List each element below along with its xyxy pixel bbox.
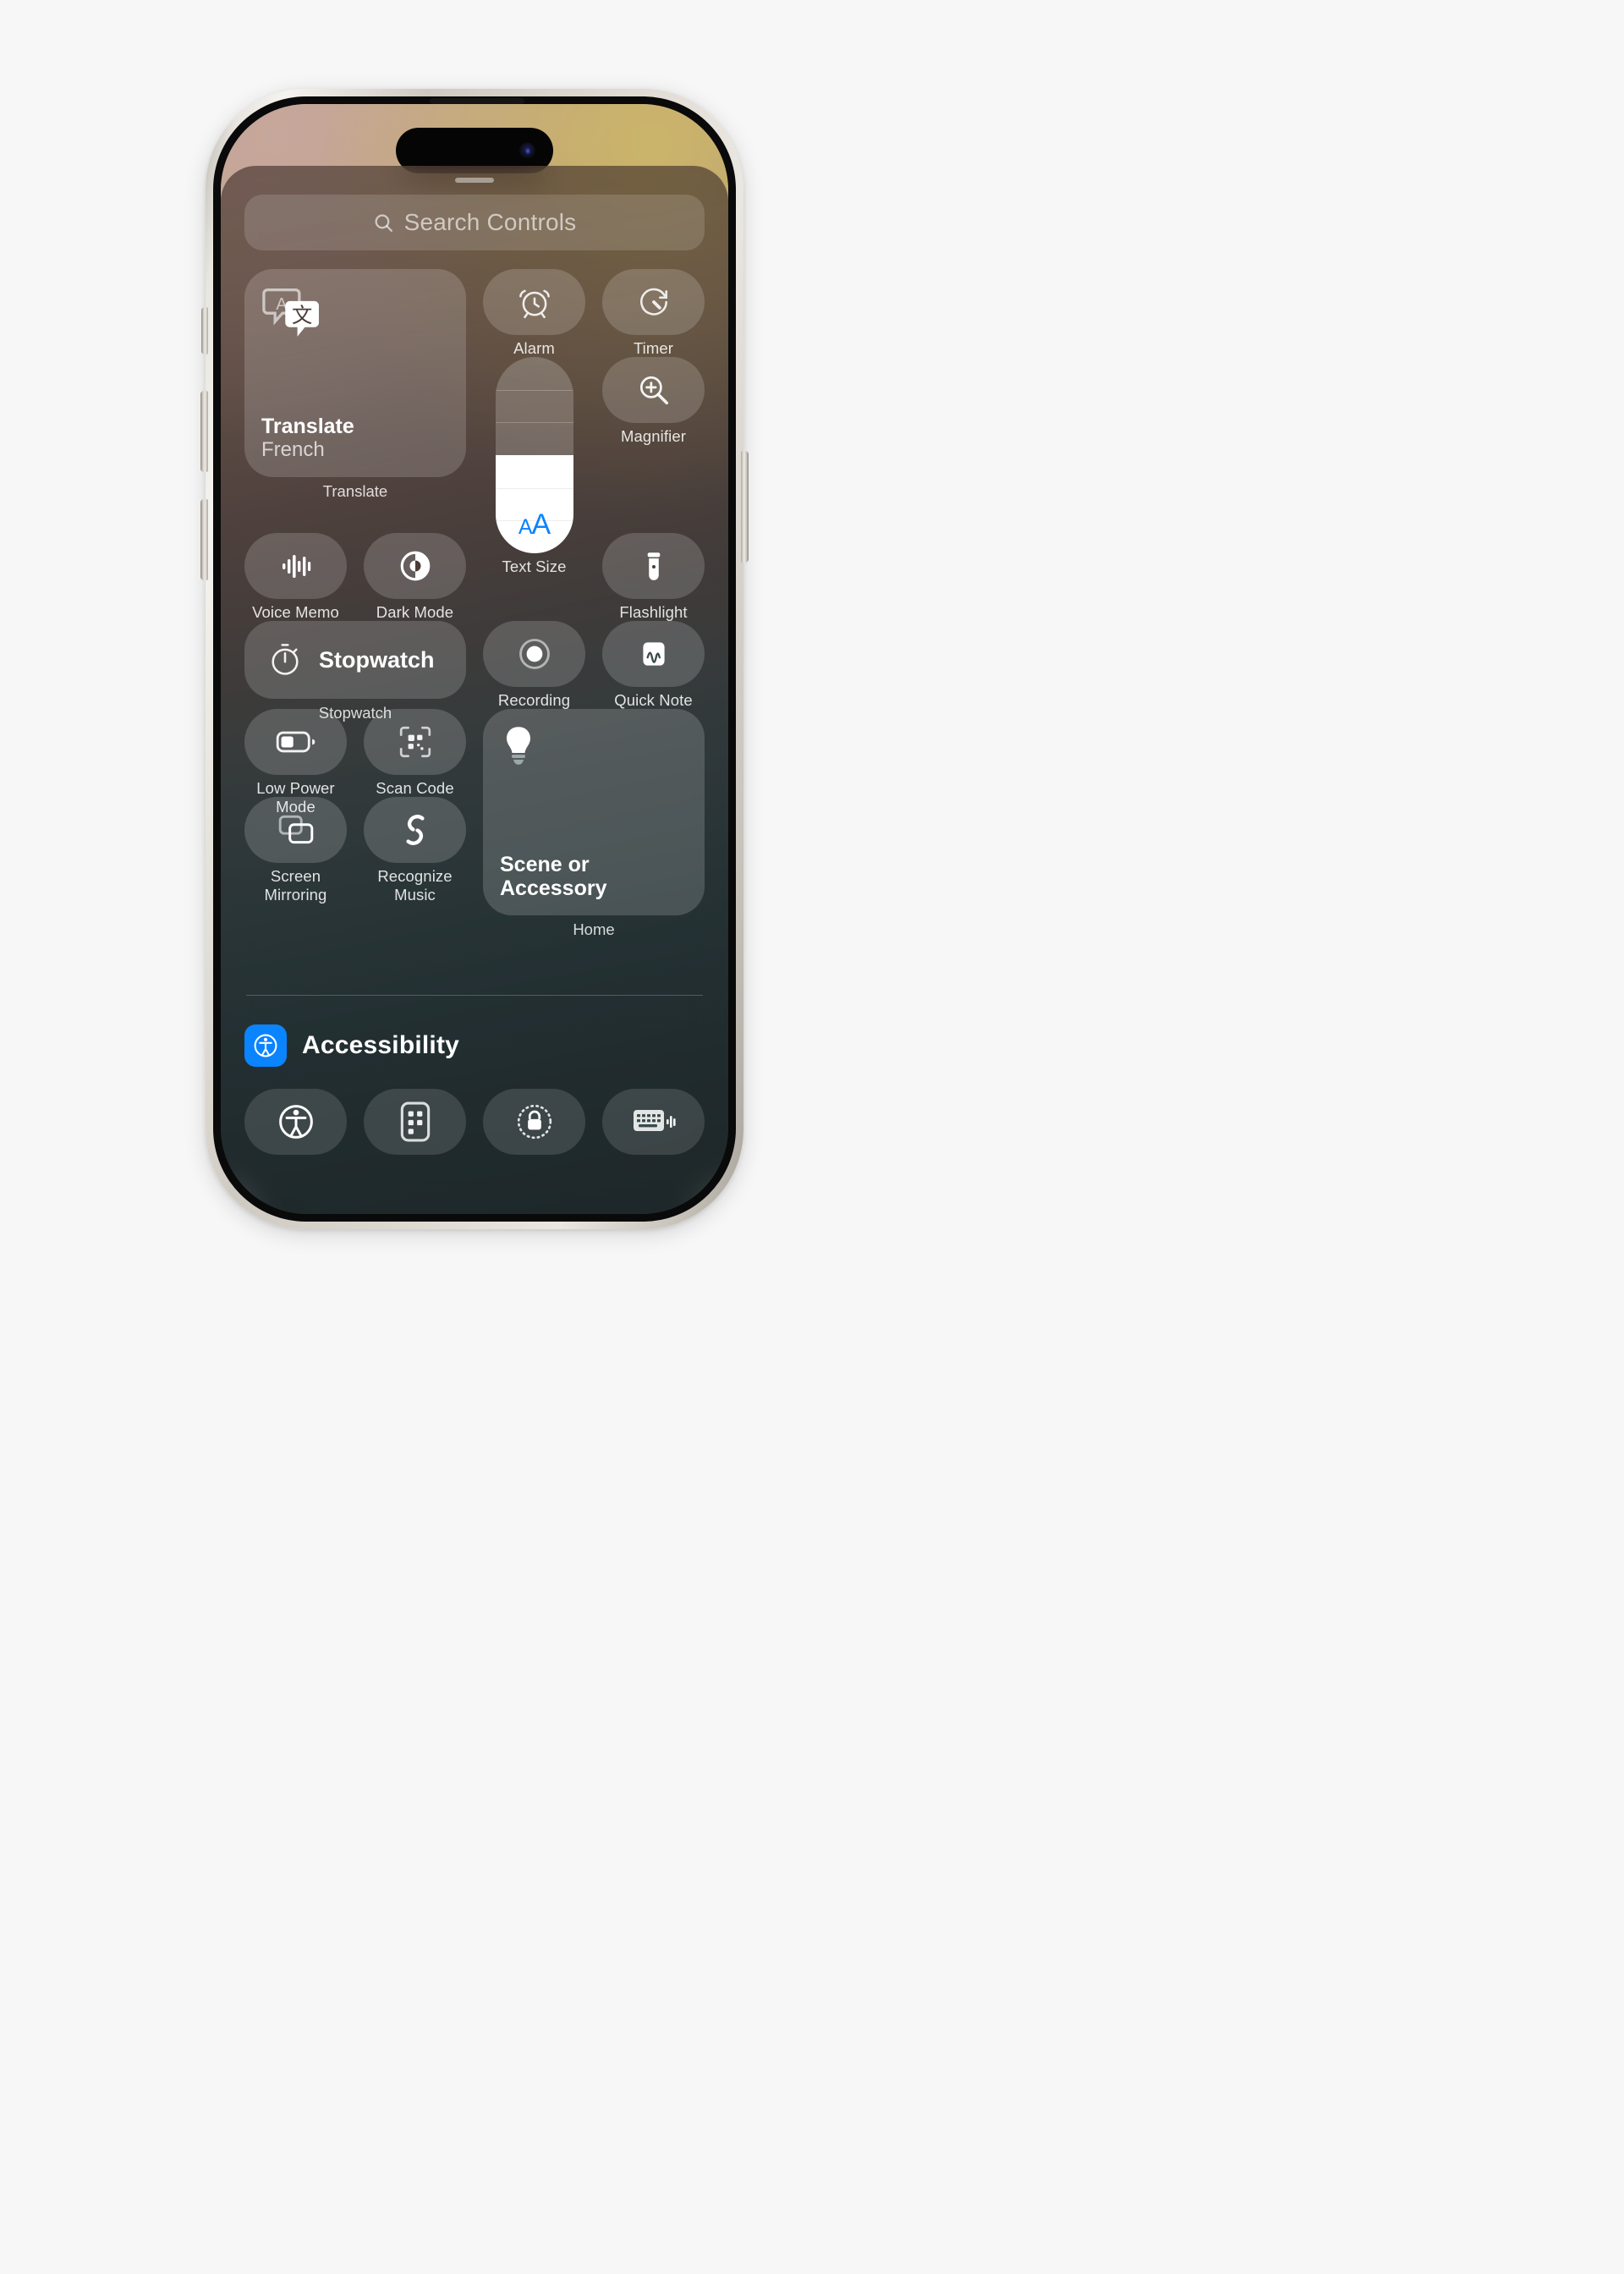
control-text-size[interactable]: AA Text Size bbox=[483, 357, 585, 621]
translate-icon: A 文 bbox=[261, 284, 449, 338]
control-live-speech[interactable] bbox=[602, 1089, 705, 1155]
flashlight-pill[interactable] bbox=[602, 533, 705, 599]
recording-pill[interactable] bbox=[483, 621, 585, 687]
screen-mirroring-label: Screen Mirroring bbox=[264, 867, 327, 904]
search-placeholder: Search Controls bbox=[403, 209, 577, 235]
home-widget[interactable]: Scene or Accessory bbox=[483, 709, 705, 915]
control-recognize-music[interactable]: Recognize Music bbox=[364, 797, 466, 904]
section-divider bbox=[246, 995, 703, 996]
text-size-slider[interactable]: AA bbox=[495, 357, 573, 553]
control-quick-note[interactable]: Quick Note bbox=[602, 621, 705, 709]
earpiece-speaker bbox=[430, 98, 524, 104]
front-camera-icon bbox=[519, 142, 535, 159]
control-timer[interactable]: Timer bbox=[602, 269, 705, 357]
svg-text:文: 文 bbox=[292, 305, 312, 327]
panel-grabber[interactable] bbox=[455, 178, 494, 183]
control-voice-memo[interactable]: Voice Memo bbox=[244, 533, 347, 621]
accessibility-person-icon bbox=[277, 1102, 315, 1141]
translate-caption: Translate bbox=[322, 482, 388, 500]
recognize-music-pill[interactable] bbox=[364, 797, 466, 863]
assistive-touch-icon bbox=[400, 1101, 431, 1142]
recognize-music-label: Recognize Music bbox=[377, 867, 453, 904]
magnifier-icon bbox=[636, 372, 672, 408]
control-scan-code[interactable]: Scan Code bbox=[364, 709, 466, 797]
control-accessibility-shortcut[interactable] bbox=[244, 1089, 347, 1155]
magnifier-pill[interactable] bbox=[602, 357, 705, 423]
text-size-label: Text Size bbox=[502, 558, 567, 575]
lightbulb-icon bbox=[500, 724, 688, 772]
text-size-aa-icon: AA bbox=[518, 508, 551, 541]
scan-code-label: Scan Code bbox=[376, 779, 454, 797]
accessibility-group-header[interactable]: Accessibility bbox=[244, 1024, 705, 1067]
control-dark-mode[interactable]: Dark Mode bbox=[364, 533, 466, 621]
stopwatch-icon bbox=[266, 641, 304, 678]
quick-note-pill[interactable] bbox=[602, 621, 705, 687]
voice-memo-pill[interactable] bbox=[244, 533, 347, 599]
alarm-pill[interactable] bbox=[483, 269, 585, 335]
control-screen-mirroring[interactable]: Screen Mirroring bbox=[244, 797, 347, 904]
translate-language: French bbox=[261, 438, 325, 461]
accessibility-icon bbox=[244, 1024, 287, 1067]
control-recording[interactable]: Recording bbox=[483, 621, 585, 709]
lock-dotted-icon bbox=[515, 1102, 554, 1141]
control-translate[interactable]: A 文 Translate French Translate bbox=[244, 269, 466, 533]
action-button[interactable] bbox=[201, 307, 208, 354]
timer-label: Timer bbox=[633, 339, 674, 357]
alarm-label: Alarm bbox=[513, 339, 555, 357]
screenshot-stage: Search Controls A 文 Translate French Tra… bbox=[0, 0, 1624, 2274]
stopwatch-title: Stopwatch bbox=[319, 647, 435, 673]
side-power-button[interactable] bbox=[741, 451, 749, 563]
low-power-mode-pill[interactable] bbox=[244, 709, 347, 775]
controls-grid: A 文 Translate French Translate Alarm Tim… bbox=[244, 269, 705, 973]
accessibility-group-title: Accessibility bbox=[302, 1031, 460, 1059]
alarm-clock-icon bbox=[517, 284, 552, 320]
keyboard-speech-icon bbox=[632, 1106, 676, 1138]
control-home[interactable]: Scene or Accessory Home bbox=[483, 709, 705, 973]
search-controls-field[interactable]: Search Controls bbox=[244, 195, 705, 250]
control-magnifier[interactable]: Magnifier bbox=[602, 357, 705, 445]
qr-scan-icon bbox=[398, 724, 433, 760]
recording-label: Recording bbox=[497, 691, 571, 709]
magnifier-label: Magnifier bbox=[621, 427, 686, 445]
slider-tick bbox=[495, 487, 573, 489]
screen-mirroring-icon bbox=[277, 813, 315, 847]
volume-up-button[interactable] bbox=[200, 391, 208, 472]
flashlight-label: Flashlight bbox=[619, 603, 688, 621]
slider-tick bbox=[495, 455, 573, 456]
home-caption: Home bbox=[573, 920, 615, 938]
volume-down-button[interactable] bbox=[200, 499, 208, 580]
flashlight-icon bbox=[636, 548, 672, 584]
screen-mirroring-pill[interactable] bbox=[244, 797, 347, 863]
timer-icon bbox=[636, 284, 672, 320]
scan-code-pill[interactable] bbox=[364, 709, 466, 775]
control-alarm[interactable]: Alarm bbox=[483, 269, 585, 357]
phone-screen: Search Controls A 文 Translate French Tra… bbox=[221, 104, 728, 1214]
slider-tick bbox=[495, 389, 573, 391]
waveform-icon bbox=[279, 549, 313, 583]
control-guided-access[interactable] bbox=[483, 1089, 585, 1155]
control-assistive-touch[interactable] bbox=[364, 1089, 466, 1155]
record-dot-icon bbox=[516, 635, 553, 673]
quick-note-label: Quick Note bbox=[614, 691, 693, 709]
dark-mode-pill[interactable] bbox=[364, 533, 466, 599]
control-low-power-mode[interactable]: Low Power Mode bbox=[244, 709, 347, 816]
translate-widget[interactable]: A 文 Translate French bbox=[244, 269, 466, 477]
quick-note-icon bbox=[636, 636, 672, 672]
timer-pill[interactable] bbox=[602, 269, 705, 335]
battery-low-power-icon bbox=[276, 728, 316, 755]
control-flashlight[interactable]: Flashlight bbox=[602, 533, 705, 621]
translate-title: Translate bbox=[261, 415, 354, 438]
slider-tick bbox=[495, 422, 573, 424]
home-title: Scene or Accessory bbox=[500, 853, 607, 900]
control-center-panel: Search Controls A 文 Translate French Tra… bbox=[221, 166, 728, 1214]
shazam-icon bbox=[398, 810, 433, 849]
control-stopwatch[interactable]: Stopwatch Stopwatch bbox=[244, 621, 466, 722]
voice-memo-label: Voice Memo bbox=[252, 603, 339, 621]
stopwatch-widget[interactable]: Stopwatch bbox=[244, 621, 466, 699]
dark-mode-label: Dark Mode bbox=[376, 603, 454, 621]
accessibility-controls-row bbox=[244, 1089, 705, 1155]
dark-mode-circle-icon bbox=[398, 548, 433, 584]
search-icon bbox=[373, 212, 394, 233]
